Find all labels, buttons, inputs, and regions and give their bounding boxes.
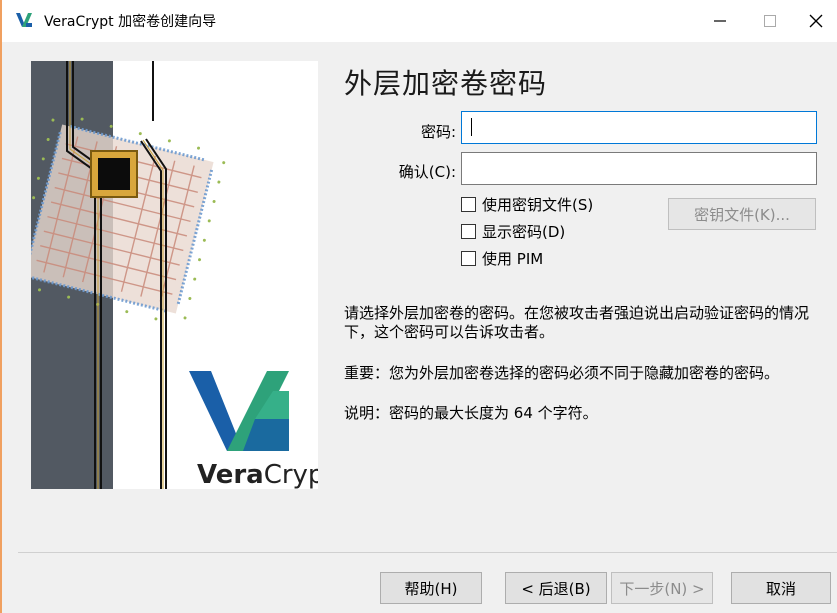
veracrypt-app-icon [16,13,32,27]
cancel-button[interactable]: 取消 [731,572,831,604]
checkbox-box[interactable] [461,197,476,212]
checkbox-label: 使用 PIM [482,250,544,268]
close-icon [809,14,823,28]
circuit-chip-illustration: VeraCrypt [31,61,318,489]
veracrypt-logo-text: VeraCrypt [197,460,318,489]
keyfiles-button[interactable]: 密钥文件(K)... [668,198,816,230]
password-input[interactable] [461,111,817,144]
confirm-password-input[interactable] [461,152,817,185]
checkbox-label: 使用密钥文件(S) [482,196,594,214]
checkbox-box[interactable] [461,224,476,239]
maximize-icon [764,15,776,27]
footer-separator [18,552,837,553]
important-note: 重要：您为外层加密卷选择的密码必须不同于隐藏加密卷的密码。 [344,364,780,382]
instruction-paragraph: 请选择外层加密卷的密码。在您被攻击者强迫说出启动验证密码的情况下，这个密码可以告… [344,304,810,341]
window-title: VeraCrypt 加密卷创建向导 [44,14,217,30]
checkbox-label: 显示密码(D) [482,223,566,241]
minimize-button[interactable] [697,0,743,42]
window-left-edge [0,0,2,613]
close-button[interactable] [793,0,837,42]
use-pim-checkbox[interactable]: 使用 PIM [461,248,543,269]
help-button[interactable]: 帮助(H) [380,572,482,604]
wizard-side-image: VeraCrypt [31,61,318,489]
back-button[interactable]: < 后退(B) [505,572,607,604]
maximize-button[interactable] [747,0,793,42]
title-bar[interactable]: VeraCrypt 加密卷创建向导 [2,0,837,42]
confirm-label: 确认(C): [398,163,456,181]
use-keyfiles-checkbox[interactable]: 使用密钥文件(S) [461,194,593,215]
minimize-icon [714,20,726,22]
text-cursor [471,118,472,136]
password-label: 密码: [420,123,456,141]
show-password-checkbox[interactable]: 显示密码(D) [461,221,565,242]
max-length-note: 说明：密码的最大长度为 64 个字符。 [344,404,598,422]
page-title: 外层加密卷密码 [344,67,548,100]
next-button[interactable]: 下一步(N) > [611,572,713,604]
checkbox-box[interactable] [461,251,476,266]
